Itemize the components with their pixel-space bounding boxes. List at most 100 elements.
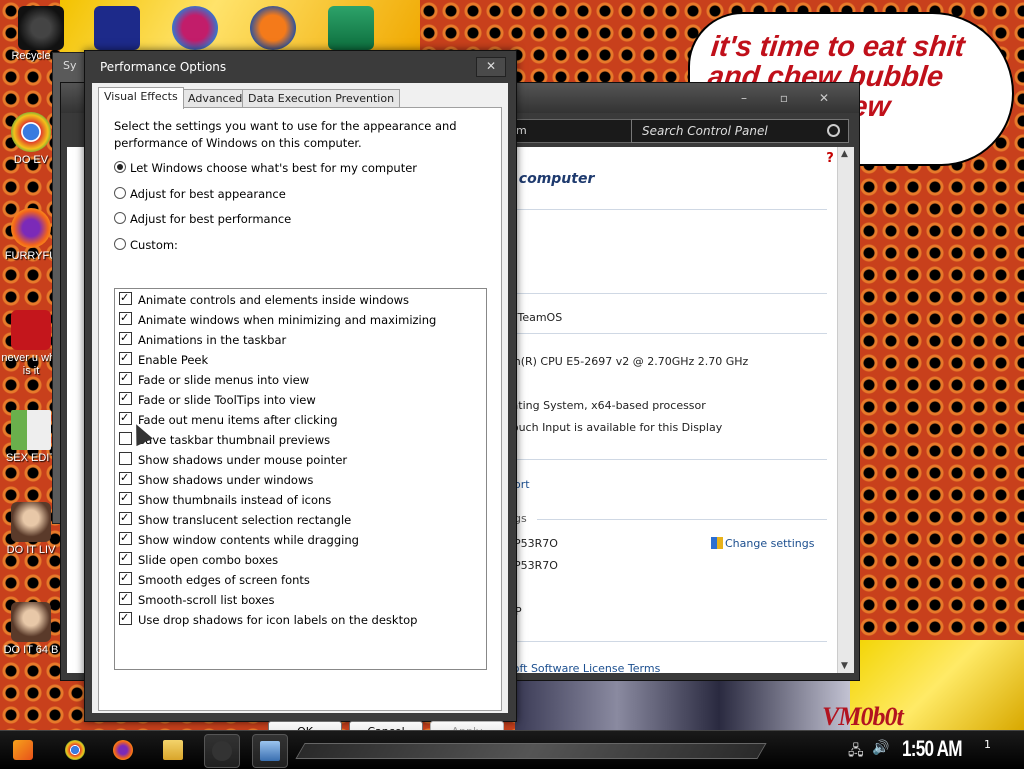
checkbox[interactable]: [119, 329, 132, 347]
tab-visual-effects[interactable]: Visual Effects: [98, 87, 184, 109]
effect-label: Animate controls and elements inside win…: [138, 293, 410, 307]
radio-label: Adjust for best performance: [130, 212, 292, 226]
effect-label: Show shadows under windows: [138, 473, 314, 487]
effect-label: Show translucent selection rectangle: [138, 513, 352, 527]
maximize-button[interactable]: ▫: [767, 89, 801, 107]
checkbox[interactable]: [119, 349, 132, 367]
help-icon[interactable]: ?: [823, 151, 837, 166]
checkbox[interactable]: [119, 289, 132, 307]
checkbox[interactable]: [119, 309, 132, 327]
radio-let-windows-choose[interactable]: Let Windows choose what's best for my co…: [114, 160, 417, 176]
checkbox[interactable]: [119, 589, 132, 607]
effect-option[interactable]: Show shadows under mouse pointer: [119, 451, 347, 469]
control-panel-icon: [260, 741, 280, 761]
tab-data-execution-prevention[interactable]: Data Execution Prevention: [242, 89, 401, 108]
effect-label: Show thumbnails instead of icons: [138, 493, 332, 507]
effect-option[interactable]: Fade or slide ToolTips into view: [119, 389, 316, 409]
page-heading: r computer: [507, 171, 595, 187]
dialog-body: Visual Effects Advanced Data Execution P…: [92, 83, 508, 743]
effect-option[interactable]: Enable Peek: [119, 349, 208, 369]
divider: [537, 519, 827, 520]
effect-option[interactable]: Smooth edges of screen fonts: [119, 569, 310, 589]
checkbox[interactable]: [119, 369, 132, 387]
taskbar-decoration: [295, 743, 767, 759]
effect-option[interactable]: Show translucent selection rectangle: [119, 509, 352, 529]
taskbar-explorer[interactable]: [156, 734, 190, 766]
checkbox[interactable]: [119, 609, 132, 627]
radio-button[interactable]: [114, 238, 126, 250]
performance-options-dialog[interactable]: Performance Options ✕ Visual Effects Adv…: [84, 50, 517, 743]
search-icon: [827, 124, 840, 137]
taskbar-music[interactable]: [204, 734, 240, 768]
taskbar-firefox[interactable]: [106, 734, 140, 766]
effect-option[interactable]: Animate controls and elements inside win…: [119, 289, 410, 309]
devcpp-icon: [11, 310, 51, 350]
effect-option[interactable]: Fade out menu items after clicking: [119, 409, 338, 429]
effect-option[interactable]: Smooth-scroll list boxes: [119, 589, 275, 609]
checkbox[interactable]: [119, 389, 132, 407]
taskbar-control-panel[interactable]: [252, 734, 288, 768]
action-center-icon[interactable]: 1: [984, 738, 1004, 758]
radio-best-performance[interactable]: Adjust for best performance: [114, 211, 291, 227]
checkbox[interactable]: [119, 489, 132, 507]
de-icon[interactable]: [94, 6, 140, 50]
checkbox[interactable]: [119, 409, 132, 427]
stick-icon[interactable]: [18, 6, 64, 50]
effect-option[interactable]: Show shadows under windows: [119, 469, 314, 489]
taskbar-chrome[interactable]: [58, 734, 92, 766]
publisher-icon[interactable]: [328, 6, 374, 50]
effect-label: Slide open combo boxes: [138, 553, 279, 567]
minimize-button[interactable]: –: [727, 89, 761, 107]
scroll-up-icon[interactable]: ▲: [841, 149, 848, 159]
close-button[interactable]: ✕: [476, 57, 506, 77]
description-text: Select the settings you want to use for …: [114, 119, 457, 150]
window-title: Sy: [63, 59, 77, 72]
volume-icon[interactable]: 🔊: [872, 740, 889, 756]
checkbox[interactable]: [119, 569, 132, 587]
radio-button[interactable]: [114, 161, 126, 173]
radio-label: Custom:: [130, 238, 178, 252]
checkbox[interactable]: [119, 529, 132, 547]
notification-count: 1: [984, 738, 991, 751]
vertical-scrollbar[interactable]: ▲ ▼: [837, 147, 854, 673]
radio-best-appearance[interactable]: Adjust for best appearance: [114, 186, 286, 202]
processor-value: on(R) CPU E5-2697 v2 @ 2.70GHz 2.70 GHz: [507, 355, 749, 368]
effect-option[interactable]: Slide open combo boxes: [119, 549, 279, 569]
desktop-icon-do-it-64[interactable]: DO IT 64 B: [0, 602, 62, 656]
effect-label: Animate windows when minimizing and maxi…: [138, 313, 437, 327]
radio-button[interactable]: [114, 212, 126, 224]
visual-effects-list[interactable]: Animate controls and elements inside win…: [114, 288, 487, 670]
checkbox[interactable]: [119, 549, 132, 567]
clock[interactable]: 1:50 AM: [902, 736, 962, 762]
radio-custom[interactable]: Custom:: [114, 237, 178, 253]
network-icon[interactable]: 🖧: [848, 740, 864, 764]
music-icon: [212, 741, 232, 761]
effect-option[interactable]: Fade or slide menus into view: [119, 369, 309, 389]
effect-option[interactable]: Animations in the taskbar: [119, 329, 286, 349]
question-icon[interactable]: [172, 6, 218, 50]
scroll-down-icon[interactable]: ▼: [841, 661, 848, 671]
search-input[interactable]: Search Control Panel: [631, 119, 849, 143]
change-settings-link[interactable]: Change settings: [711, 537, 814, 550]
checkbox[interactable]: [119, 469, 132, 487]
effect-option[interactable]: Show thumbnails instead of icons: [119, 489, 332, 509]
start-button[interactable]: [6, 734, 40, 766]
effect-label: Smooth-scroll list boxes: [138, 593, 275, 607]
chrome-icon: [65, 740, 85, 760]
search-placeholder: Search Control Panel: [642, 124, 768, 138]
wallpaper-watermark: VM0b0t: [822, 702, 904, 731]
effect-option[interactable]: Animate windows when minimizing and maxi…: [119, 309, 437, 329]
tab-advanced[interactable]: Advanced: [182, 89, 249, 108]
checkbox[interactable]: [119, 509, 132, 527]
pen-touch-value: Touch Input is available for this Displa…: [507, 421, 723, 434]
effect-option[interactable]: Use drop shadows for icon labels on the …: [119, 609, 417, 629]
close-button[interactable]: ✕: [807, 89, 841, 107]
radio-button[interactable]: [114, 187, 126, 199]
address-bar[interactable]: m: [501, 119, 637, 143]
desktop-icon-label: DO IT LIV: [6, 544, 56, 556]
p-icon[interactable]: [250, 6, 296, 50]
checkbox[interactable]: [119, 452, 132, 465]
visual-effects-page: Select the settings you want to use for …: [98, 107, 502, 711]
effect-option[interactable]: Show window contents while dragging: [119, 529, 359, 549]
license-link[interactable]: soft Software License Terms: [507, 662, 660, 675]
